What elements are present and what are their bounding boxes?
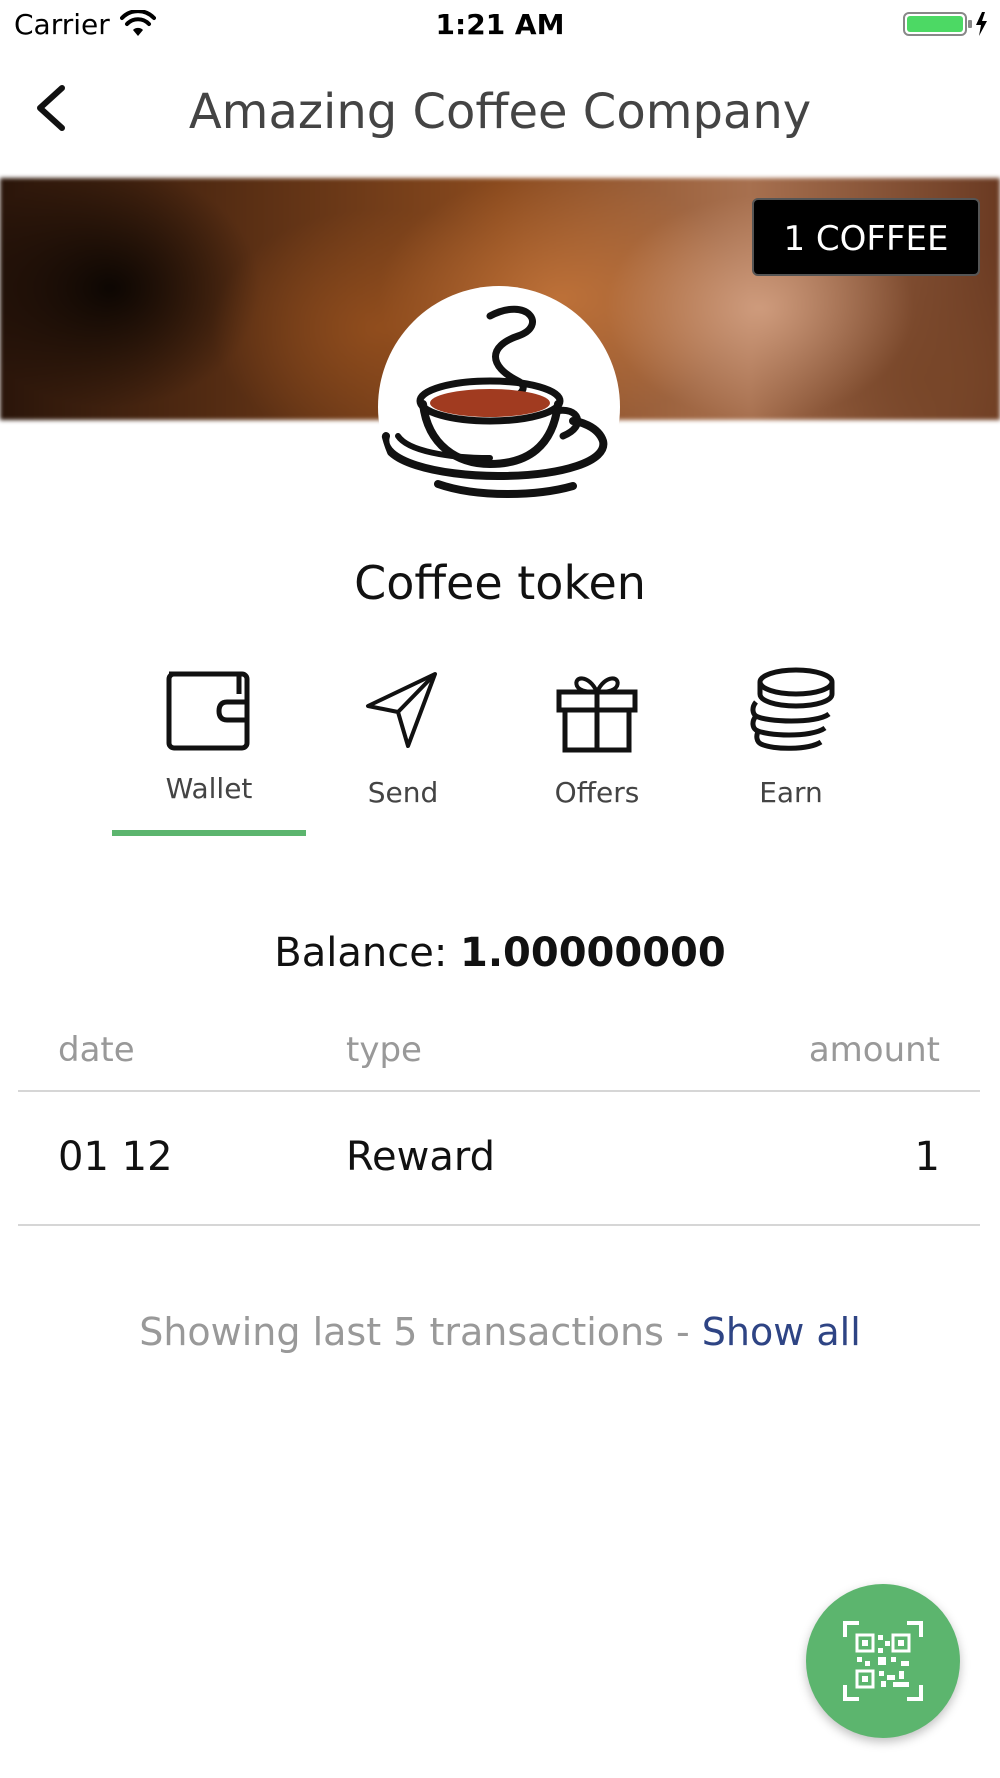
status-bar: Carrier 1:21 AM <box>0 0 1000 50</box>
tab-send[interactable]: Send <box>306 660 500 840</box>
footer-note: Showing last 5 transactions - <box>139 1310 702 1354</box>
coins-icon <box>750 667 835 751</box>
column-header-date: date <box>58 1030 135 1070</box>
balance-value: 1.00000000 <box>460 930 726 976</box>
column-header-type: type <box>346 1030 422 1070</box>
balance-line: Balance: 1.00000000 <box>0 930 1000 976</box>
nav-bar: Amazing Coffee Company <box>0 50 1000 178</box>
wallet-icon <box>166 671 250 751</box>
token-logo <box>378 286 620 528</box>
coffee-cup-icon <box>381 305 608 498</box>
balance-label: Balance: <box>274 930 448 976</box>
tab-label-wallet: Wallet <box>165 772 253 805</box>
tab-wallet[interactable]: Wallet <box>112 660 306 840</box>
page-title: Amazing Coffee Company <box>188 84 812 140</box>
token-name: Coffee token <box>354 556 646 610</box>
qr-scan-icon <box>843 1621 923 1701</box>
token-badge: 1 COFFEE <box>752 198 980 276</box>
wallet-screen: Carrier 1:21 AM Amazing Coffee Company 1… <box>0 0 1000 1778</box>
status-time: 1:21 AM <box>435 8 565 41</box>
row-amount: 1 <box>914 1134 940 1180</box>
column-header-amount: amount <box>808 1030 940 1070</box>
show-all-link[interactable]: Show all <box>702 1310 861 1354</box>
tab-label-send: Send <box>367 776 439 809</box>
table-row[interactable]: 01 12 Reward 1 <box>18 1092 980 1226</box>
table-header: date type amount <box>18 1010 980 1092</box>
transactions-footer: Showing last 5 transactions - Show all <box>0 1310 1000 1354</box>
tab-earn[interactable]: Earn <box>694 660 888 840</box>
tab-label-offers: Offers <box>554 776 640 809</box>
row-date: 01 12 <box>58 1134 173 1180</box>
scan-qr-button[interactable] <box>806 1584 960 1738</box>
gift-icon <box>556 676 638 753</box>
active-tab-indicator <box>112 830 306 836</box>
tab-label-earn: Earn <box>759 776 823 809</box>
transactions-table: date type amount 01 12 Reward 1 <box>18 1010 980 1226</box>
tab-offers[interactable]: Offers <box>500 660 694 840</box>
token-tabs: Wallet Send Offers Earn <box>112 660 888 840</box>
battery-icon <box>903 12 987 36</box>
row-type: Reward <box>346 1134 495 1180</box>
paper-plane-icon <box>366 672 437 748</box>
